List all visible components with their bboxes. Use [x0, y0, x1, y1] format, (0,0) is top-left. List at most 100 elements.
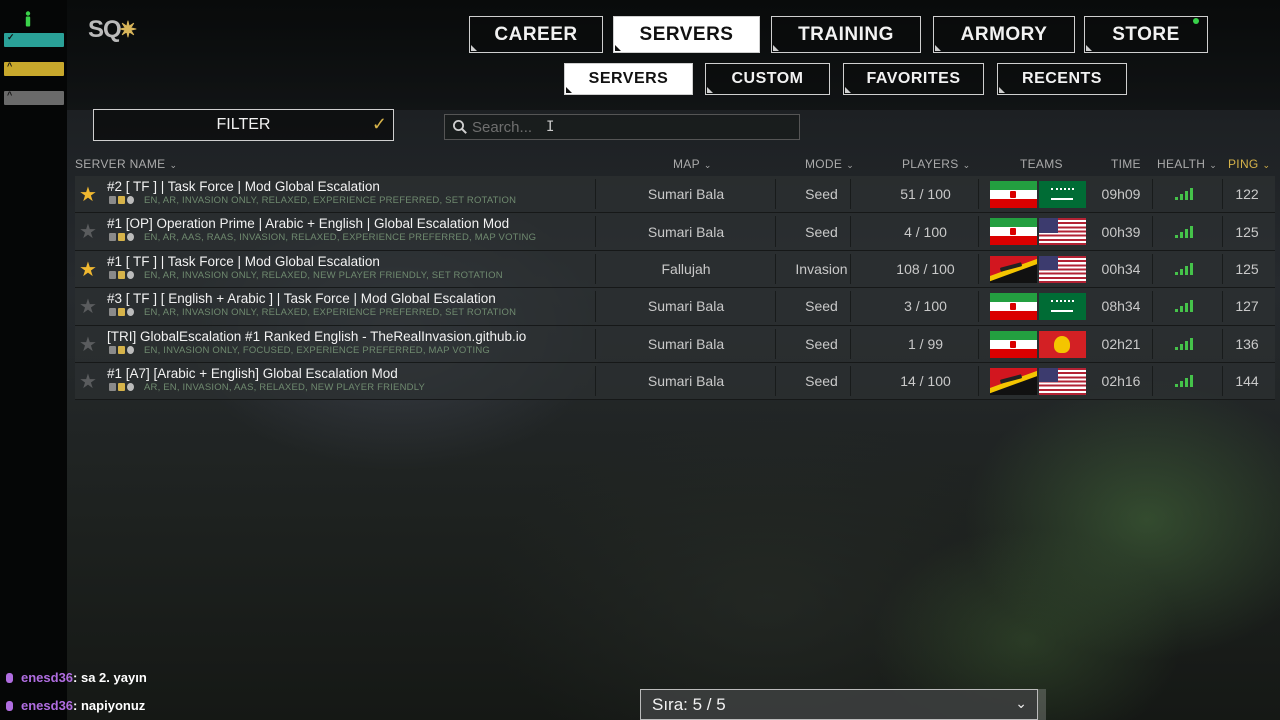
- subtab-recents[interactable]: RECENTS: [997, 63, 1127, 95]
- chat-username: enesd36: [21, 670, 74, 685]
- person-icon: [25, 11, 31, 27]
- overlay-bar-glyph: ^: [7, 90, 13, 100]
- queue-dropdown[interactable]: Sıra: 5 / 5 ⌄: [640, 689, 1038, 720]
- server-badge-icons: [109, 196, 134, 204]
- server-players: 1 / 99: [907, 335, 944, 352]
- tab-label: TRAINING: [798, 23, 894, 45]
- column-header-teams[interactable]: TEAMS: [1020, 157, 1063, 171]
- filter-label: FILTER: [216, 116, 271, 133]
- search-input[interactable]: [472, 118, 772, 136]
- server-badge-icons: [109, 308, 134, 317]
- column-header-server-name[interactable]: SERVER NAME ⌄: [75, 157, 177, 171]
- column-header-label: SERVER NAME: [75, 157, 166, 171]
- server-players: 14 / 100: [900, 373, 951, 390]
- subtab-label: RECENTS: [1022, 70, 1102, 87]
- shield-icon: [118, 196, 125, 204]
- signal-bars-icon: [1174, 375, 1193, 388]
- server-row[interactable]: ★ #2 [ TF ] | Task Force | Mod Global Esc…: [75, 176, 1275, 214]
- server-time: 02h21: [1101, 335, 1141, 352]
- column-divider: [595, 291, 596, 322]
- server-time: 09h09: [1101, 186, 1141, 203]
- server-players: 3 / 100: [904, 298, 947, 315]
- column-header-mode[interactable]: MODE ⌄: [805, 157, 854, 171]
- server-row[interactable]: ★ #3 [ TF ] [ English + Arabic ] | Task F…: [75, 288, 1275, 326]
- favorite-star-icon[interactable]: ★: [79, 185, 97, 205]
- server-tags: EN, AR, INVASION ONLY, RELAXED, EXPERIEN…: [144, 195, 517, 206]
- chevron-down-icon: ⌄: [846, 160, 855, 170]
- tab-training[interactable]: TRAINING: [771, 16, 921, 53]
- server-name: #2 [ TF ] | Task Force | Mod Global Esca…: [107, 179, 380, 194]
- favorite-star-icon[interactable]: ★: [79, 222, 97, 242]
- signal-bars-icon: [1174, 337, 1193, 350]
- flag-usa-icon: [1039, 255, 1086, 283]
- filter-button[interactable]: FILTER ✓: [93, 109, 394, 141]
- tab-career[interactable]: CAREER: [469, 16, 603, 53]
- anticheat-icon: [127, 308, 134, 317]
- flag-iran-icon: [990, 330, 1037, 358]
- team-flags: [990, 181, 1086, 208]
- server-row[interactable]: ★ #1 [A7] [Arabic + English] Global Escal…: [75, 362, 1275, 401]
- chevron-down-icon: ⌄: [1262, 160, 1271, 170]
- chevron-down-icon: ⌄: [169, 160, 178, 170]
- server-health: [1152, 288, 1215, 324]
- anticheat-icon: [127, 345, 134, 354]
- chevron-down-icon: ⌄: [1209, 160, 1218, 170]
- lock-icon: [109, 196, 116, 204]
- shield-icon: [118, 382, 125, 391]
- server-time: 08h34: [1101, 298, 1141, 315]
- tab-servers[interactable]: SERVERS: [613, 16, 760, 53]
- flag-iran-icon: [990, 218, 1037, 246]
- server-map: Sumari Bala: [647, 298, 725, 315]
- flag-militia-icon: [990, 255, 1037, 283]
- flag-usa-icon: [1039, 367, 1086, 395]
- subtab-favorites[interactable]: FAVORITES: [843, 63, 984, 95]
- server-ping: 127: [1235, 298, 1259, 315]
- shield-icon: [118, 233, 125, 242]
- server-health: [1152, 251, 1215, 287]
- subtab-servers[interactable]: SERVERS: [564, 63, 693, 95]
- server-row[interactable]: ★ #1 [ TF ] | Task Force | Mod Global Esc…: [75, 250, 1275, 289]
- subtab-label: FAVORITES: [866, 70, 961, 87]
- server-health: [1152, 326, 1215, 362]
- column-header-label: TEAMS: [1020, 157, 1063, 171]
- subtab-custom[interactable]: CUSTOM: [705, 63, 830, 95]
- left-overlay-strip: [0, 0, 67, 720]
- column-header-players[interactable]: PLAYERS ⌄: [902, 157, 970, 171]
- favorite-star-icon[interactable]: ★: [79, 372, 97, 392]
- favorite-star-icon[interactable]: ★: [79, 335, 97, 355]
- chat-text: : sa 2. yayın: [73, 670, 147, 685]
- favorite-star-icon[interactable]: ★: [79, 297, 97, 317]
- microphone-icon: [6, 673, 13, 683]
- column-header-health[interactable]: HEALTH ⌄: [1157, 157, 1217, 171]
- tab-store[interactable]: STORE: [1084, 16, 1208, 53]
- server-health: [1152, 176, 1215, 212]
- server-badge-icons: [109, 382, 134, 391]
- column-divider: [595, 365, 596, 397]
- squad-logo: SQ✷: [88, 16, 137, 43]
- lock-icon: [109, 382, 116, 391]
- column-header-label: PING: [1228, 157, 1259, 171]
- column-header-map[interactable]: MAP ⌄: [673, 157, 712, 171]
- favorite-star-icon[interactable]: ★: [79, 260, 97, 280]
- tab-label: CAREER: [494, 23, 578, 45]
- team-flags: [990, 218, 1086, 246]
- team-flags: [990, 293, 1086, 321]
- server-map: Sumari Bala: [647, 223, 725, 240]
- tab-armory[interactable]: ARMORY: [933, 16, 1075, 53]
- tab-label: SERVERS: [639, 23, 734, 45]
- dropdown-scroll-edge: [1038, 689, 1046, 720]
- signal-bars-icon: [1174, 188, 1193, 201]
- server-time: 00h39: [1101, 223, 1141, 240]
- chat-text: : napiyonuz: [73, 698, 146, 713]
- flag-iran-icon: [990, 181, 1037, 208]
- column-header-time[interactable]: TIME: [1111, 157, 1141, 171]
- server-row[interactable]: ★ [TRI] GlobalEscalation #1 Ranked Englis…: [75, 325, 1275, 363]
- notification-dot: [1193, 18, 1199, 24]
- server-ping: 125: [1235, 260, 1259, 277]
- server-name: #3 [ TF ] [ English + Arabic ] | Task Fo…: [107, 291, 496, 307]
- server-badge-icons: [109, 233, 134, 242]
- overlay-bar: ^: [4, 90, 64, 105]
- server-row[interactable]: ★ #1 [OP] Operation Prime | Arabic + Engl…: [75, 213, 1275, 251]
- server-name: #1 [ TF ] | Task Force | Mod Global Esca…: [107, 253, 380, 269]
- column-header-ping[interactable]: PING ⌄: [1228, 157, 1270, 171]
